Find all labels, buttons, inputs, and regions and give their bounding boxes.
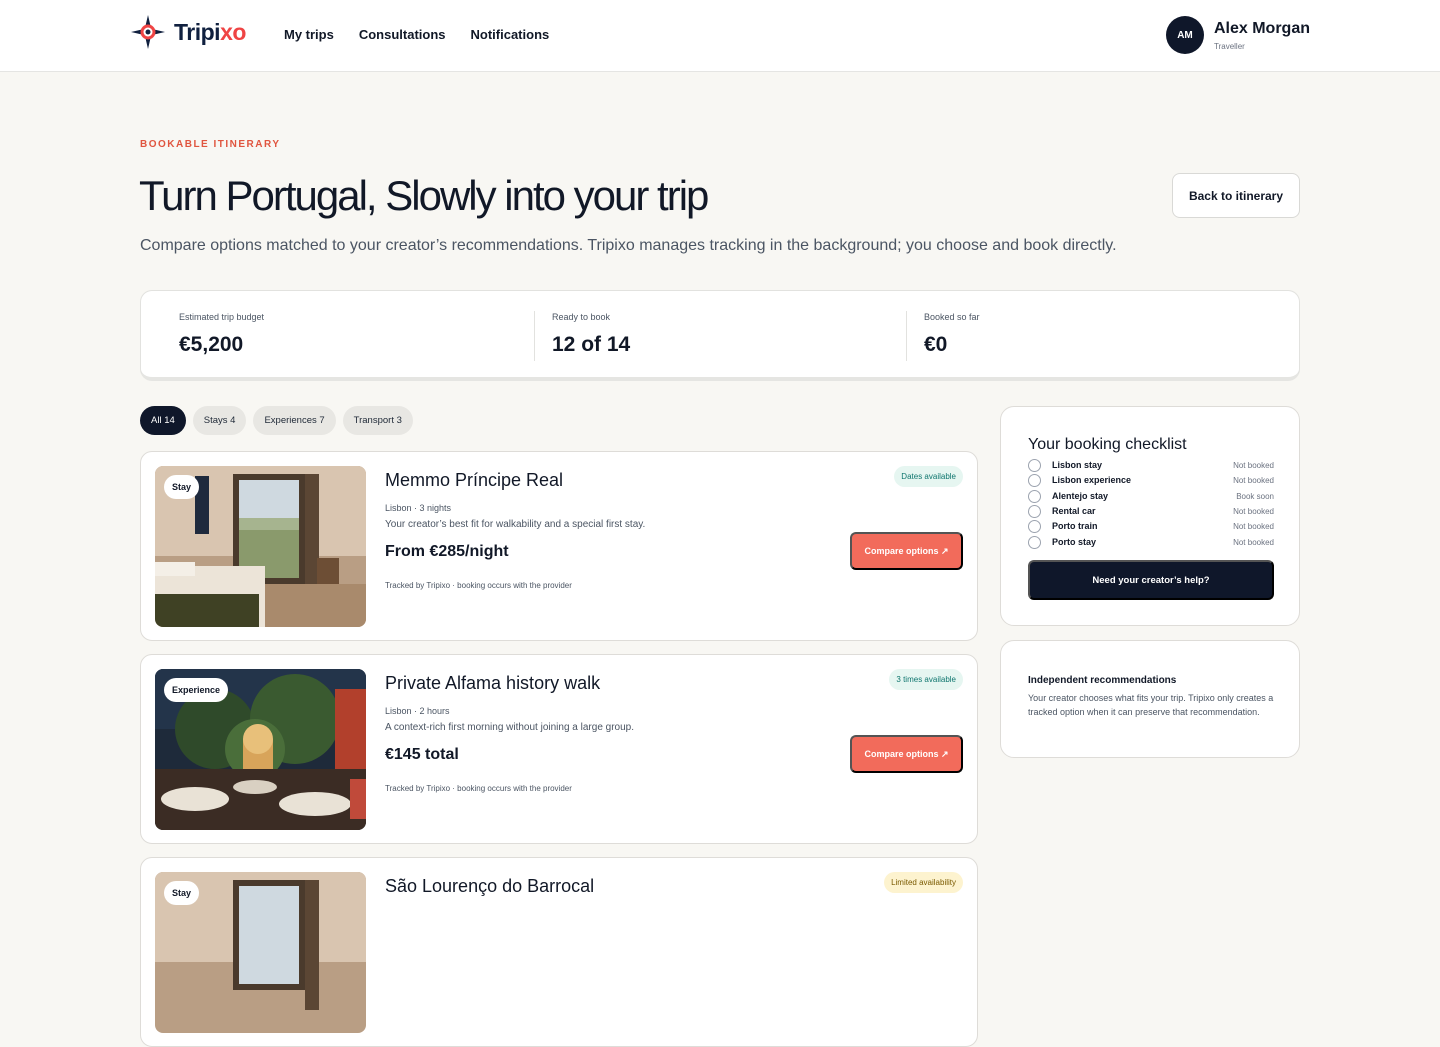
checklist-item-name: Rental car [1052,506,1096,516]
checklist-item-name: Porto train [1052,521,1098,531]
checklist-item-status: Not booked [1233,475,1274,485]
booking-card: Stay Memmo Príncipe Real Lisbon · 3 nigh… [140,451,978,641]
back-to-itinerary-button[interactable]: Back to itinerary [1172,173,1300,218]
filter-stays[interactable]: Stays 4 [192,406,247,435]
card-title[interactable]: Memmo Príncipe Real [385,470,563,491]
checklist-item-name: Porto stay [1052,537,1097,547]
category-tag: Stay [164,475,200,499]
user-info: Alex Morgan Traveller [1214,20,1310,51]
category-tag: Experience [164,678,229,702]
stat-divider [906,311,907,361]
checklist-item-name: Lisbon experience [1052,475,1132,485]
filter-all[interactable]: All 14 [140,406,186,435]
stat-ready: Ready to book 12 of 14 [552,312,630,357]
checkbox-circle-icon[interactable] [1028,504,1041,518]
avatar[interactable]: AM [1165,16,1204,54]
compare-options-button[interactable]: Compare options ↗ [850,532,963,570]
checklist-item[interactable]: Porto train Not booked [1028,519,1274,533]
booking-card: Experience Private Alfama history walk L… [140,654,978,844]
checkbox-circle-icon[interactable] [1028,535,1041,549]
availability-badge: Dates available [894,466,963,487]
checklist-item[interactable]: Lisbon experience Not booked [1028,473,1274,487]
logo-wordmark: Tripixo [174,18,246,45]
checkbox-circle-icon[interactable] [1028,458,1041,472]
checklist-item-status: Not booked [1233,537,1274,547]
card-description: A context-rich first morning without joi… [385,722,635,733]
main-nav: My trips Consultations Notifications [284,27,549,42]
category-tag: Stay [164,881,200,905]
stat-budget: Estimated trip budget €5,200 [179,312,264,357]
nav-my-trips[interactable]: My trips [284,27,334,42]
hotel-room-photo: Stay [155,872,366,1033]
nav-consultations[interactable]: Consultations [359,27,446,42]
card-description: Your creator’s best fit for walkability … [385,519,646,530]
checklist-item-name: Alentejo stay [1052,491,1109,501]
card-meta: Lisbon · 3 nights [385,503,452,513]
checkbox-circle-icon[interactable] [1028,489,1041,503]
checklist-item-name: Lisbon stay [1052,460,1103,470]
filter-transport[interactable]: Transport 3 [342,406,413,435]
stat-divider [534,311,535,361]
stat-label: Estimated trip budget [179,312,265,322]
user-name: Alex Morgan [1213,19,1310,37]
availability-badge: Limited availability [884,872,963,893]
independent-recommendations-panel: Independent recommendations Your creator… [1000,640,1300,758]
hotel-room-photo: Stay [155,466,366,627]
card-price: From €285/night [385,543,509,560]
booking-card: Stay São Lourenço do Barrocal Limited av… [140,857,978,1047]
page-title: Turn Portugal, Slowly into your trip [139,172,709,219]
card-tracking-note: Tracked by Tripixo · booking occurs with… [385,581,572,590]
filter-experiences[interactable]: Experiences 7 [253,406,336,435]
user-menu[interactable]: AM Alex Morgan Traveller [1165,16,1310,54]
stat-value: €5,200 [179,333,244,356]
trip-stats-panel: Estimated trip budget €5,200 Ready to bo… [140,290,1300,381]
checklist-item[interactable]: Lisbon stay Not booked [1028,458,1274,472]
category-filters: All 14 Stays 4 Experiences 7 Transport 3 [140,406,413,435]
checklist-item[interactable]: Rental car Not booked [1028,504,1274,518]
stat-value: €0 [924,333,948,356]
compare-options-button[interactable]: Compare options ↗ [850,735,963,773]
nav-notifications[interactable]: Notifications [471,27,550,42]
card-meta: Lisbon · 2 hours [385,706,450,716]
stat-value: 12 of 14 [552,333,631,356]
checklist-item-status: Book soon [1236,491,1274,501]
card-title[interactable]: Private Alfama history walk [385,673,600,694]
tripixo-logo[interactable]: Tripixo [130,12,246,52]
page-subtitle: Compare options matched to your creator’… [140,237,1117,254]
independent-text: Your creator chooses what fits your trip… [1028,693,1274,717]
checklist-item-status: Not booked [1233,460,1274,470]
availability-badge: 3 times available [889,669,963,690]
checkbox-circle-icon[interactable] [1028,473,1041,487]
alfama-street-photo: Experience [155,669,366,830]
checklist-item[interactable]: Porto stay Not booked [1028,535,1274,549]
booking-checklist-panel: Your booking checklist Lisbon stay Not b… [1000,406,1300,626]
card-tracking-note: Tracked by Tripixo · booking occurs with… [385,784,572,793]
top-navigation-bar: Tripixo My trips Consultations Notificat… [0,0,1440,72]
checklist-item-status: Not booked [1233,506,1274,516]
page-eyebrow: BOOKABLE ITINERARY [140,139,281,150]
stat-label: Ready to book [552,312,611,322]
card-title[interactable]: São Lourenço do Barrocal [385,876,594,897]
compass-logo-icon [131,15,165,49]
creator-help-button[interactable]: Need your creator’s help? [1028,560,1274,600]
user-role: Traveller [1213,41,1245,51]
card-price: €145 total [385,746,459,763]
checkbox-circle-icon[interactable] [1028,519,1041,533]
checklist-title: Your booking checklist [1028,436,1187,453]
stat-label: Booked so far [924,312,980,322]
checklist-item-status: Not booked [1233,521,1274,531]
independent-title: Independent recommendations [1028,675,1177,686]
stat-booked: Booked so far €0 [924,312,980,357]
checklist-item[interactable]: Alentejo stay Book soon [1028,489,1274,503]
